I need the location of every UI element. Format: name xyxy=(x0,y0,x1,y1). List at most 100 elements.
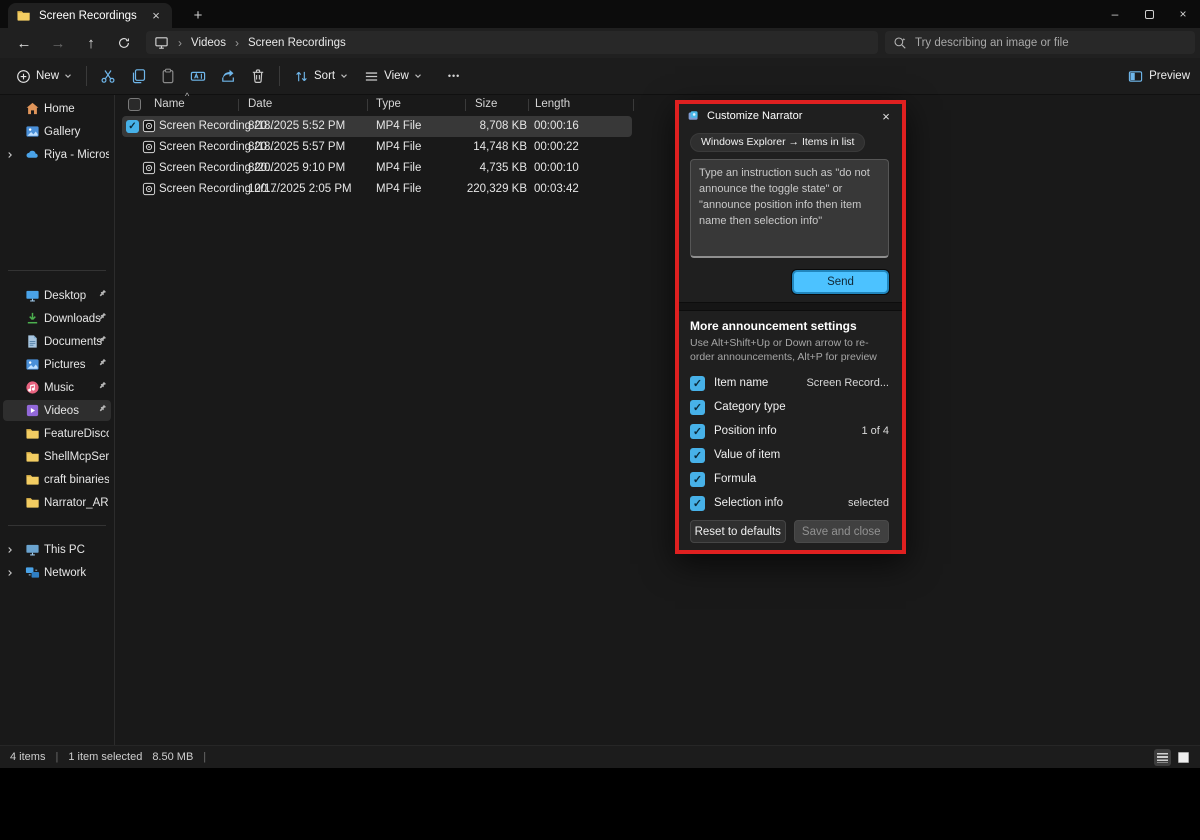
share-button[interactable] xyxy=(213,63,243,89)
preview-button[interactable]: Preview xyxy=(1128,69,1190,84)
file-row[interactable]: Screen Recording 20... 10/17/2025 2:05 P… xyxy=(115,179,655,200)
file-row[interactable]: Screen Recording 20... 8/18/2025 5:57 PM… xyxy=(115,137,655,158)
select-all-checkbox[interactable] xyxy=(128,98,141,111)
paste-button[interactable] xyxy=(153,63,183,89)
new-button[interactable]: New xyxy=(8,63,80,89)
reset-to-defaults-button[interactable]: Reset to defaults xyxy=(690,520,786,543)
pin-icon xyxy=(98,358,107,367)
dialog-section-divider xyxy=(679,302,902,311)
sort-button[interactable]: Sort xyxy=(286,63,356,89)
folder-icon xyxy=(25,472,40,487)
file-row[interactable]: Screen Recording 20... 8/20/2025 9:10 PM… xyxy=(115,158,655,179)
more-options-icon[interactable]: ••• xyxy=(448,71,460,81)
checkbox-checked[interactable]: ✓ xyxy=(690,400,705,415)
delete-button[interactable] xyxy=(243,63,273,89)
dialog-close-icon[interactable]: × xyxy=(878,109,894,124)
sidebar-item-desktop[interactable]: Desktop xyxy=(3,285,111,306)
column-header-name[interactable]: Name xyxy=(154,98,185,110)
save-and-close-button[interactable]: Save and close xyxy=(794,520,890,543)
tab-close-icon[interactable]: × xyxy=(148,8,164,23)
view-lines-icon xyxy=(364,69,379,84)
sidebar-item-gallery[interactable]: Gallery xyxy=(3,121,111,142)
option-label: Position info xyxy=(714,425,777,437)
status-divider: | xyxy=(55,751,58,763)
toolbar: New Sort xyxy=(0,58,1200,95)
row-checkbox-checked[interactable]: ✓ xyxy=(126,120,139,133)
option-selection-info: ✓ Selection info selected xyxy=(690,491,889,515)
sidebar-item-onedrive[interactable]: Riya - Microsoft xyxy=(3,144,111,165)
minimize-button[interactable]: – xyxy=(1098,0,1132,28)
thumbnail-view-button[interactable] xyxy=(1175,749,1192,766)
sidebar-item-folder[interactable]: craft binaries xyxy=(3,469,111,490)
sidebar-item-folder[interactable]: Narrator_ARM_281 xyxy=(3,492,111,513)
cut-button[interactable] xyxy=(93,63,123,89)
sidebar-item-this-pc[interactable]: This PC xyxy=(3,539,111,560)
sidebar-item-label: FeatureDiscoverabil xyxy=(44,428,109,440)
sidebar-item-network[interactable]: Network xyxy=(3,562,111,583)
sidebar-item-pictures[interactable]: Pictures xyxy=(3,354,111,375)
column-header-length[interactable]: Length xyxy=(535,98,570,110)
column-divider[interactable] xyxy=(528,99,529,111)
file-row[interactable]: ✓ Screen Recording 20... 8/18/2025 5:52 … xyxy=(115,116,655,137)
search-input[interactable] xyxy=(915,37,1187,49)
videos-icon xyxy=(25,403,40,418)
onedrive-cloud-icon xyxy=(25,147,40,162)
plus-circle-icon xyxy=(16,69,31,84)
copy-button[interactable] xyxy=(123,63,153,89)
checkbox-checked[interactable]: ✓ xyxy=(690,448,705,463)
sidebar-item-documents[interactable]: Documents xyxy=(3,331,111,352)
announcement-settings-section: More announcement settings Use Alt+Shift… xyxy=(679,311,902,543)
column-header-type[interactable]: Type xyxy=(376,98,401,110)
sidebar-item-music[interactable]: Music xyxy=(3,377,111,398)
checkbox-checked[interactable]: ✓ xyxy=(690,424,705,439)
close-window-button[interactable]: × xyxy=(1166,0,1200,28)
back-button[interactable]: ← xyxy=(12,32,36,54)
chevron-right-icon[interactable] xyxy=(6,151,16,159)
instruction-input[interactable] xyxy=(690,159,889,258)
sidebar-item-downloads[interactable]: Downloads xyxy=(3,308,111,329)
details-view-button[interactable] xyxy=(1154,749,1171,766)
option-formula: ✓ Formula xyxy=(690,467,889,491)
toolbar-divider xyxy=(279,66,280,86)
forward-button[interactable]: → xyxy=(46,32,70,54)
sidebar-item-label: Home xyxy=(44,103,109,115)
breadcrumb-screen-recordings[interactable]: Screen Recordings xyxy=(248,37,346,49)
column-divider[interactable] xyxy=(367,99,368,111)
settings-title: More announcement settings xyxy=(690,319,889,333)
maximize-button[interactable] xyxy=(1132,0,1166,28)
refresh-button[interactable] xyxy=(112,32,136,54)
item-count: 4 items xyxy=(10,751,45,763)
sidebar-item-folder[interactable]: FeatureDiscoverabil xyxy=(3,423,111,444)
chevron-right-icon[interactable] xyxy=(6,569,16,577)
up-button[interactable]: ↑ xyxy=(79,32,103,54)
sidebar-item-videos[interactable]: Videos xyxy=(3,400,111,421)
mp4-file-icon xyxy=(142,119,156,133)
column-divider[interactable] xyxy=(238,99,239,111)
tab-screen-recordings[interactable]: Screen Recordings × xyxy=(8,3,172,28)
pin-icon xyxy=(98,404,107,413)
sidebar-item-folder[interactable]: ShellMcpServers xyxy=(3,446,111,467)
status-bar: 4 items | 1 item selected 8.50 MB | xyxy=(0,745,1200,768)
view-button[interactable]: View xyxy=(356,63,430,89)
checkbox-checked[interactable]: ✓ xyxy=(690,472,705,487)
new-button-label: New xyxy=(36,70,59,82)
breadcrumb: › Videos › Screen Recordings xyxy=(146,31,878,54)
file-length: 00:00:16 xyxy=(534,120,579,132)
this-pc-icon[interactable] xyxy=(154,35,169,50)
column-divider[interactable] xyxy=(465,99,466,111)
checkbox-checked[interactable]: ✓ xyxy=(690,496,705,511)
column-header-date[interactable]: Date xyxy=(248,98,272,110)
column-header-size[interactable]: Size xyxy=(475,98,497,110)
checkbox-checked[interactable]: ✓ xyxy=(690,376,705,391)
column-divider[interactable] xyxy=(633,99,634,111)
chevron-right-icon[interactable] xyxy=(6,546,16,554)
pin-icon xyxy=(98,335,107,344)
mp4-file-icon xyxy=(142,182,156,196)
rename-button[interactable] xyxy=(183,63,213,89)
option-category-type: ✓ Category type xyxy=(690,395,889,419)
send-button[interactable]: Send xyxy=(792,270,889,294)
breadcrumb-videos[interactable]: Videos xyxy=(191,37,226,49)
sidebar-item-home[interactable]: Home xyxy=(3,98,111,119)
settings-hint: Use Alt+Shift+Up or Down arrow to re-ord… xyxy=(690,336,889,364)
new-tab-button[interactable]: + xyxy=(188,5,208,25)
